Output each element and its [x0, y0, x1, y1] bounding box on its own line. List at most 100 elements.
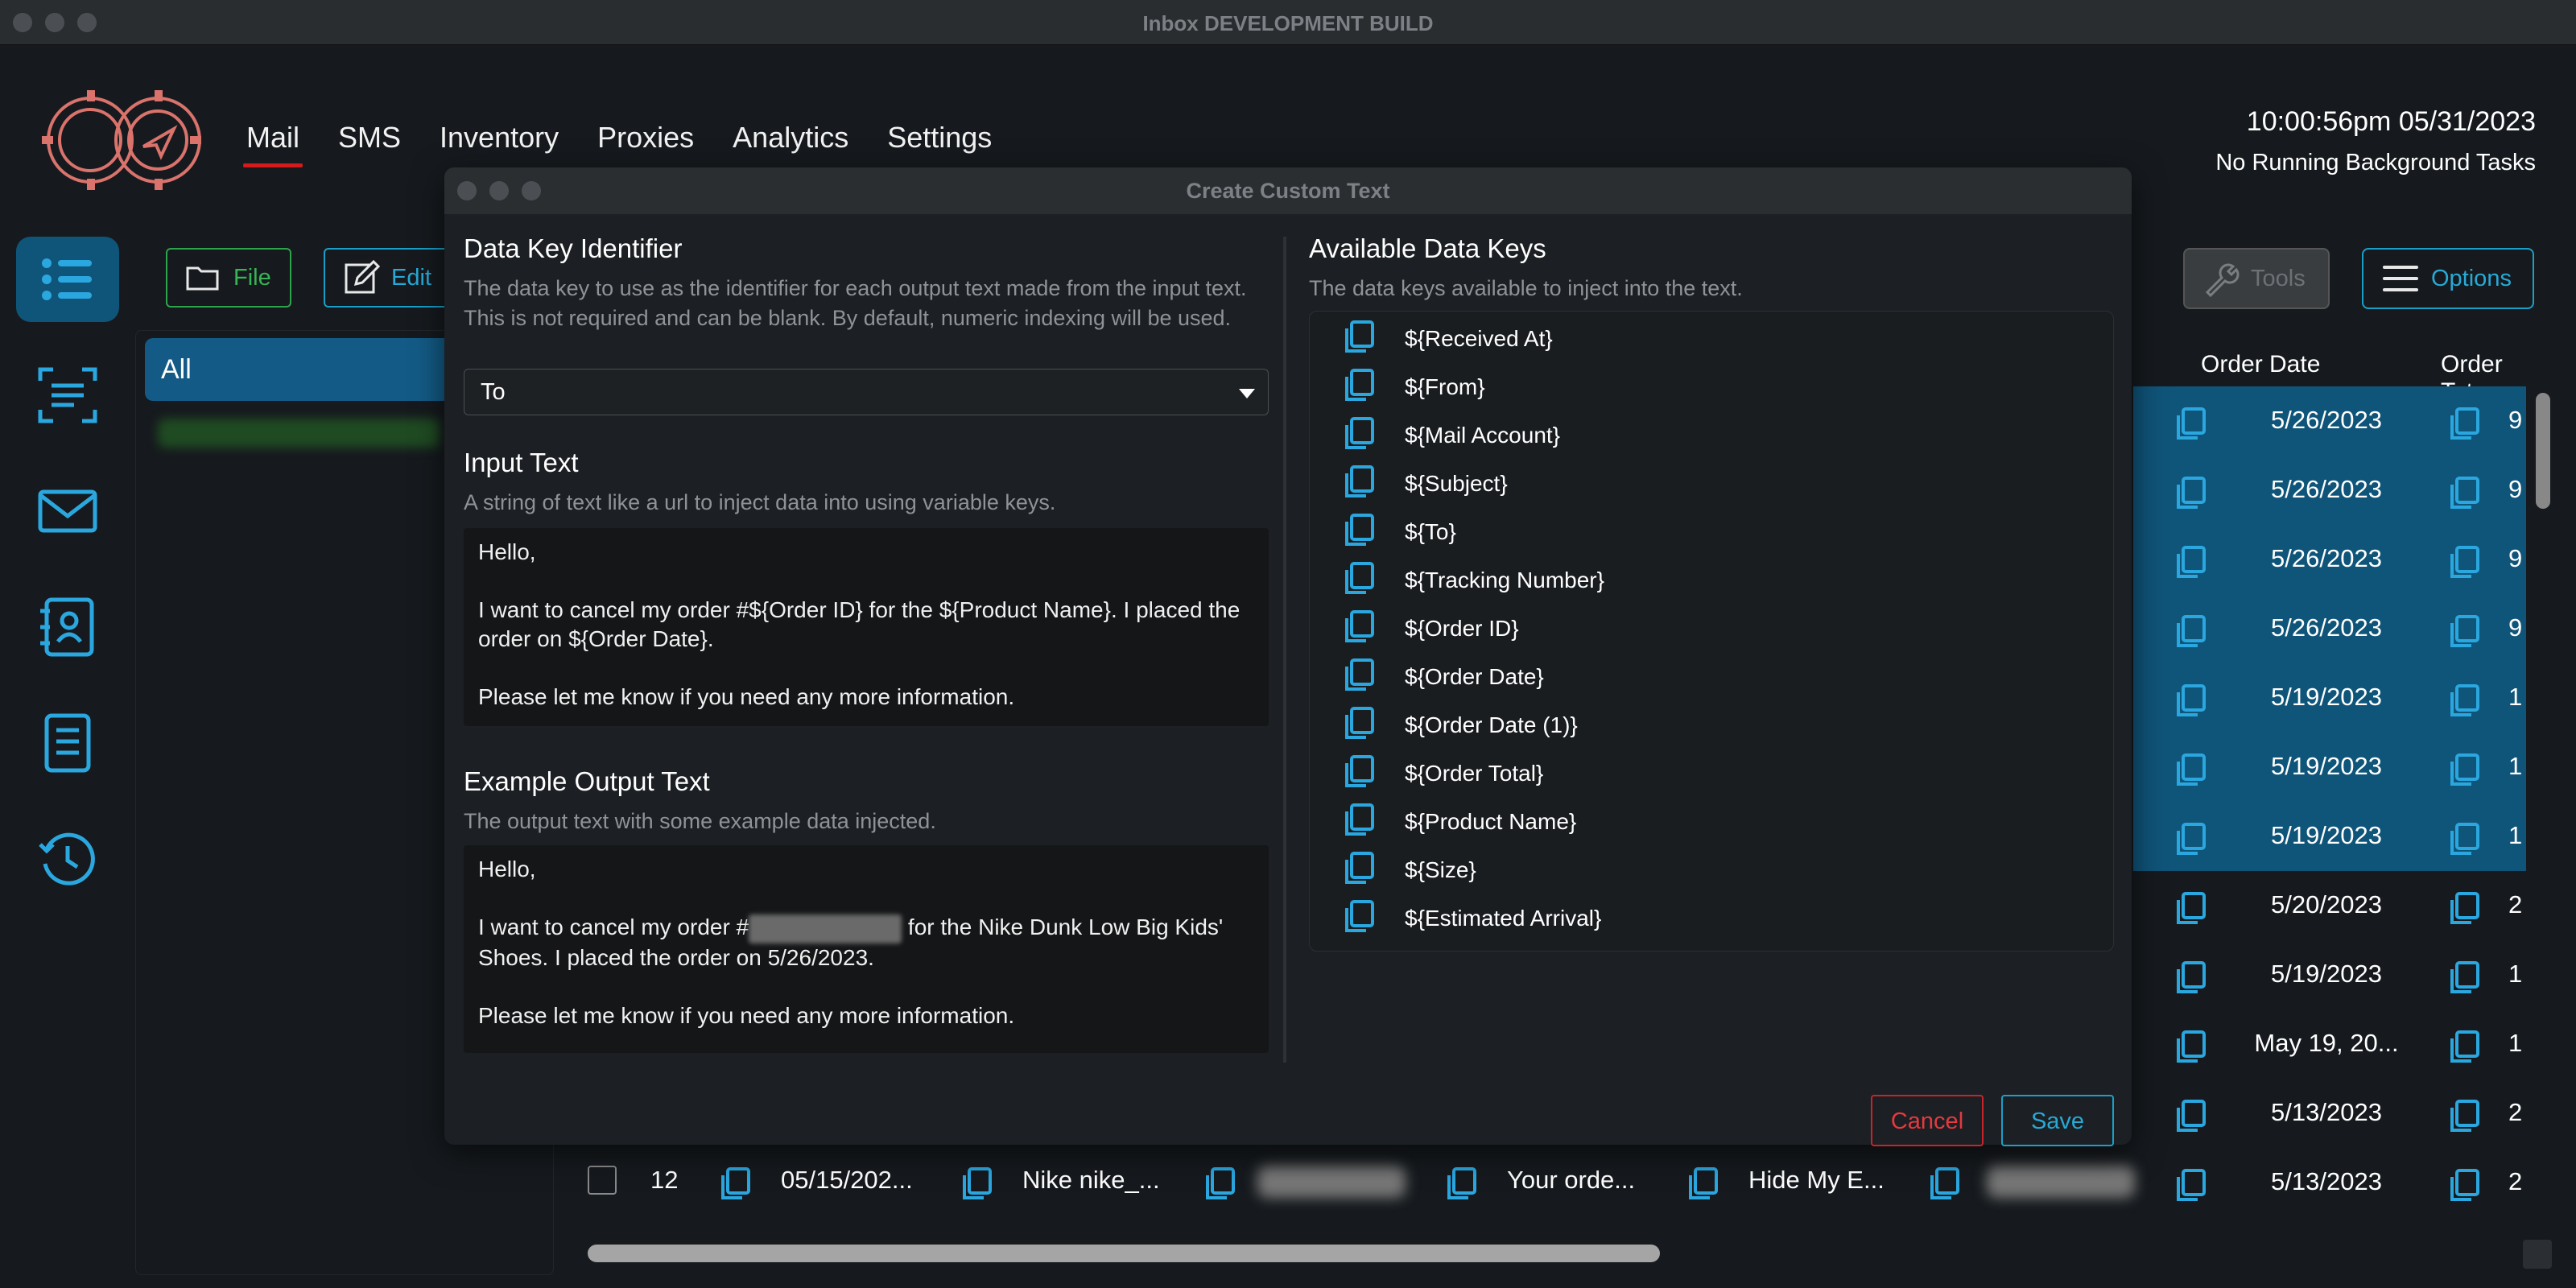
vertical-scrollbar[interactable]: [2536, 393, 2550, 509]
copy-icon[interactable]: [2174, 613, 2206, 647]
table-row[interactable]: 5/20/2023 2: [2133, 871, 2526, 940]
copy-icon[interactable]: [2174, 752, 2206, 786]
copy-icon[interactable]: [2447, 544, 2479, 578]
copy-icon[interactable]: [2174, 544, 2206, 578]
resize-corner[interactable]: [2523, 1240, 2552, 1269]
example-output-description: The output text with some example data i…: [464, 809, 936, 833]
copy-icon[interactable]: [2174, 475, 2206, 509]
table-row[interactable]: 5/19/2023 1: [2133, 663, 2526, 733]
horizontal-scrollbar[interactable]: [588, 1245, 1660, 1262]
copy-icon[interactable]: [2447, 890, 2479, 924]
sidenav-list[interactable]: [16, 237, 119, 322]
copy-icon[interactable]: [2447, 960, 2479, 993]
input-text-area[interactable]: Hello, I want to cancel my order #${Orde…: [464, 528, 1269, 726]
copy-icon[interactable]: [1342, 464, 1377, 505]
table-row[interactable]: 5/26/2023 9: [2133, 525, 2526, 594]
copy-icon[interactable]: [1686, 1166, 1721, 1208]
sidenav-documents[interactable]: [16, 700, 119, 786]
nav-mail[interactable]: Mail: [242, 121, 303, 167]
copy-icon[interactable]: [1342, 705, 1377, 746]
copy-icon[interactable]: [1203, 1166, 1238, 1208]
folder-all[interactable]: All: [145, 338, 467, 401]
data-key-item[interactable]: ${To}: [1342, 508, 1456, 556]
copy-icon[interactable]: [2447, 1098, 2479, 1132]
copy-icon[interactable]: [1342, 609, 1377, 650]
copy-icon[interactable]: [2447, 1167, 2479, 1201]
table-row[interactable]: 5/26/2023 9: [2133, 594, 2526, 663]
copy-icon[interactable]: [2174, 683, 2206, 716]
tools-button[interactable]: Tools: [2183, 248, 2330, 309]
table-row[interactable]: 5/26/2023 9: [2133, 386, 2526, 456]
data-key-item[interactable]: ${Tracking Number}: [1342, 556, 1604, 605]
nav-sms[interactable]: SMS: [338, 121, 401, 163]
table-row[interactable]: 5/13/2023 2: [2133, 1079, 2526, 1148]
copy-icon[interactable]: [960, 1166, 995, 1208]
data-key-item[interactable]: ${Order ID}: [1342, 605, 1519, 653]
table-row[interactable]: 5/26/2023 9: [2133, 456, 2526, 525]
file-button[interactable]: File: [166, 248, 291, 308]
copy-icon[interactable]: [1444, 1166, 1480, 1208]
data-key-item[interactable]: ${Subject}: [1342, 460, 1508, 508]
dialog-minimize-button[interactable]: [489, 181, 509, 200]
data-key-item[interactable]: ${Estimated Arrival}: [1342, 894, 1601, 943]
copy-icon[interactable]: [2174, 960, 2206, 993]
copy-icon[interactable]: [2447, 821, 2479, 855]
data-key-item[interactable]: ${Order Date}: [1342, 653, 1544, 701]
copy-icon[interactable]: [2174, 406, 2206, 440]
nav-settings[interactable]: Settings: [887, 121, 992, 163]
data-key-select[interactable]: To: [464, 369, 1269, 415]
copy-icon[interactable]: [1342, 657, 1377, 698]
sidenav-mail[interactable]: [16, 469, 119, 554]
copy-icon[interactable]: [1342, 802, 1377, 843]
table-row[interactable]: 5/19/2023 1: [2133, 940, 2526, 1009]
table-row[interactable]: 12 05/15/202... Nike nike_... Your orde.…: [588, 1151, 2135, 1216]
copy-icon[interactable]: [1342, 560, 1377, 601]
dialog-close-button[interactable]: [457, 181, 477, 200]
dialog-zoom-button[interactable]: [522, 181, 541, 200]
copy-icon[interactable]: [2447, 406, 2479, 440]
data-key-item[interactable]: ${Received At}: [1342, 315, 1553, 363]
copy-icon[interactable]: [1342, 512, 1377, 553]
copy-icon[interactable]: [1342, 850, 1377, 891]
nav-analytics[interactable]: Analytics: [733, 121, 848, 163]
data-key-item[interactable]: ${Size}: [1342, 846, 1476, 894]
folder-item-redacted[interactable]: [158, 419, 440, 448]
copy-icon[interactable]: [1342, 415, 1377, 456]
copy-icon[interactable]: [2174, 890, 2206, 924]
copy-icon[interactable]: [1927, 1166, 1963, 1208]
copy-icon[interactable]: [2174, 1029, 2206, 1063]
copy-icon[interactable]: [1342, 319, 1377, 360]
copy-icon[interactable]: [2447, 683, 2479, 716]
data-key-item[interactable]: ${Mail Account}: [1342, 411, 1560, 460]
copy-icon[interactable]: [2174, 821, 2206, 855]
data-key-item[interactable]: ${From}: [1342, 363, 1485, 411]
copy-icon[interactable]: [2174, 1167, 2206, 1201]
row-checkbox[interactable]: [588, 1166, 617, 1195]
cancel-button[interactable]: Cancel: [1871, 1095, 1984, 1146]
copy-icon[interactable]: [2447, 1029, 2479, 1063]
table-row[interactable]: 5/13/2023 2: [2133, 1148, 2526, 1217]
data-key-item[interactable]: ${Order Date (1)}: [1342, 701, 1578, 749]
copy-icon[interactable]: [718, 1166, 753, 1208]
copy-icon[interactable]: [1342, 898, 1377, 939]
sidenav-scan[interactable]: [16, 353, 119, 438]
edit-button[interactable]: Edit: [324, 248, 452, 308]
data-key-item[interactable]: ${Product Name}: [1342, 798, 1576, 846]
data-key-item[interactable]: ${Order Total}: [1342, 749, 1543, 798]
nav-proxies[interactable]: Proxies: [597, 121, 694, 163]
copy-icon[interactable]: [2447, 475, 2479, 509]
table-row[interactable]: May 19, 20... 1: [2133, 1009, 2526, 1079]
sidenav-history[interactable]: [16, 816, 119, 902]
table-row[interactable]: 5/19/2023 1: [2133, 733, 2526, 802]
options-button[interactable]: Options: [2362, 248, 2534, 309]
save-button[interactable]: Save: [2001, 1095, 2114, 1146]
copy-icon[interactable]: [1342, 367, 1377, 408]
copy-icon[interactable]: [2447, 752, 2479, 786]
table-row[interactable]: 5/19/2023 1: [2133, 802, 2526, 871]
copy-icon[interactable]: [2174, 1098, 2206, 1132]
sidenav-contacts[interactable]: [16, 584, 119, 670]
copy-icon[interactable]: [1342, 753, 1377, 795]
column-header-order-date[interactable]: Order Date: [2201, 351, 2320, 378]
nav-inventory[interactable]: Inventory: [440, 121, 559, 163]
copy-icon[interactable]: [2447, 613, 2479, 647]
